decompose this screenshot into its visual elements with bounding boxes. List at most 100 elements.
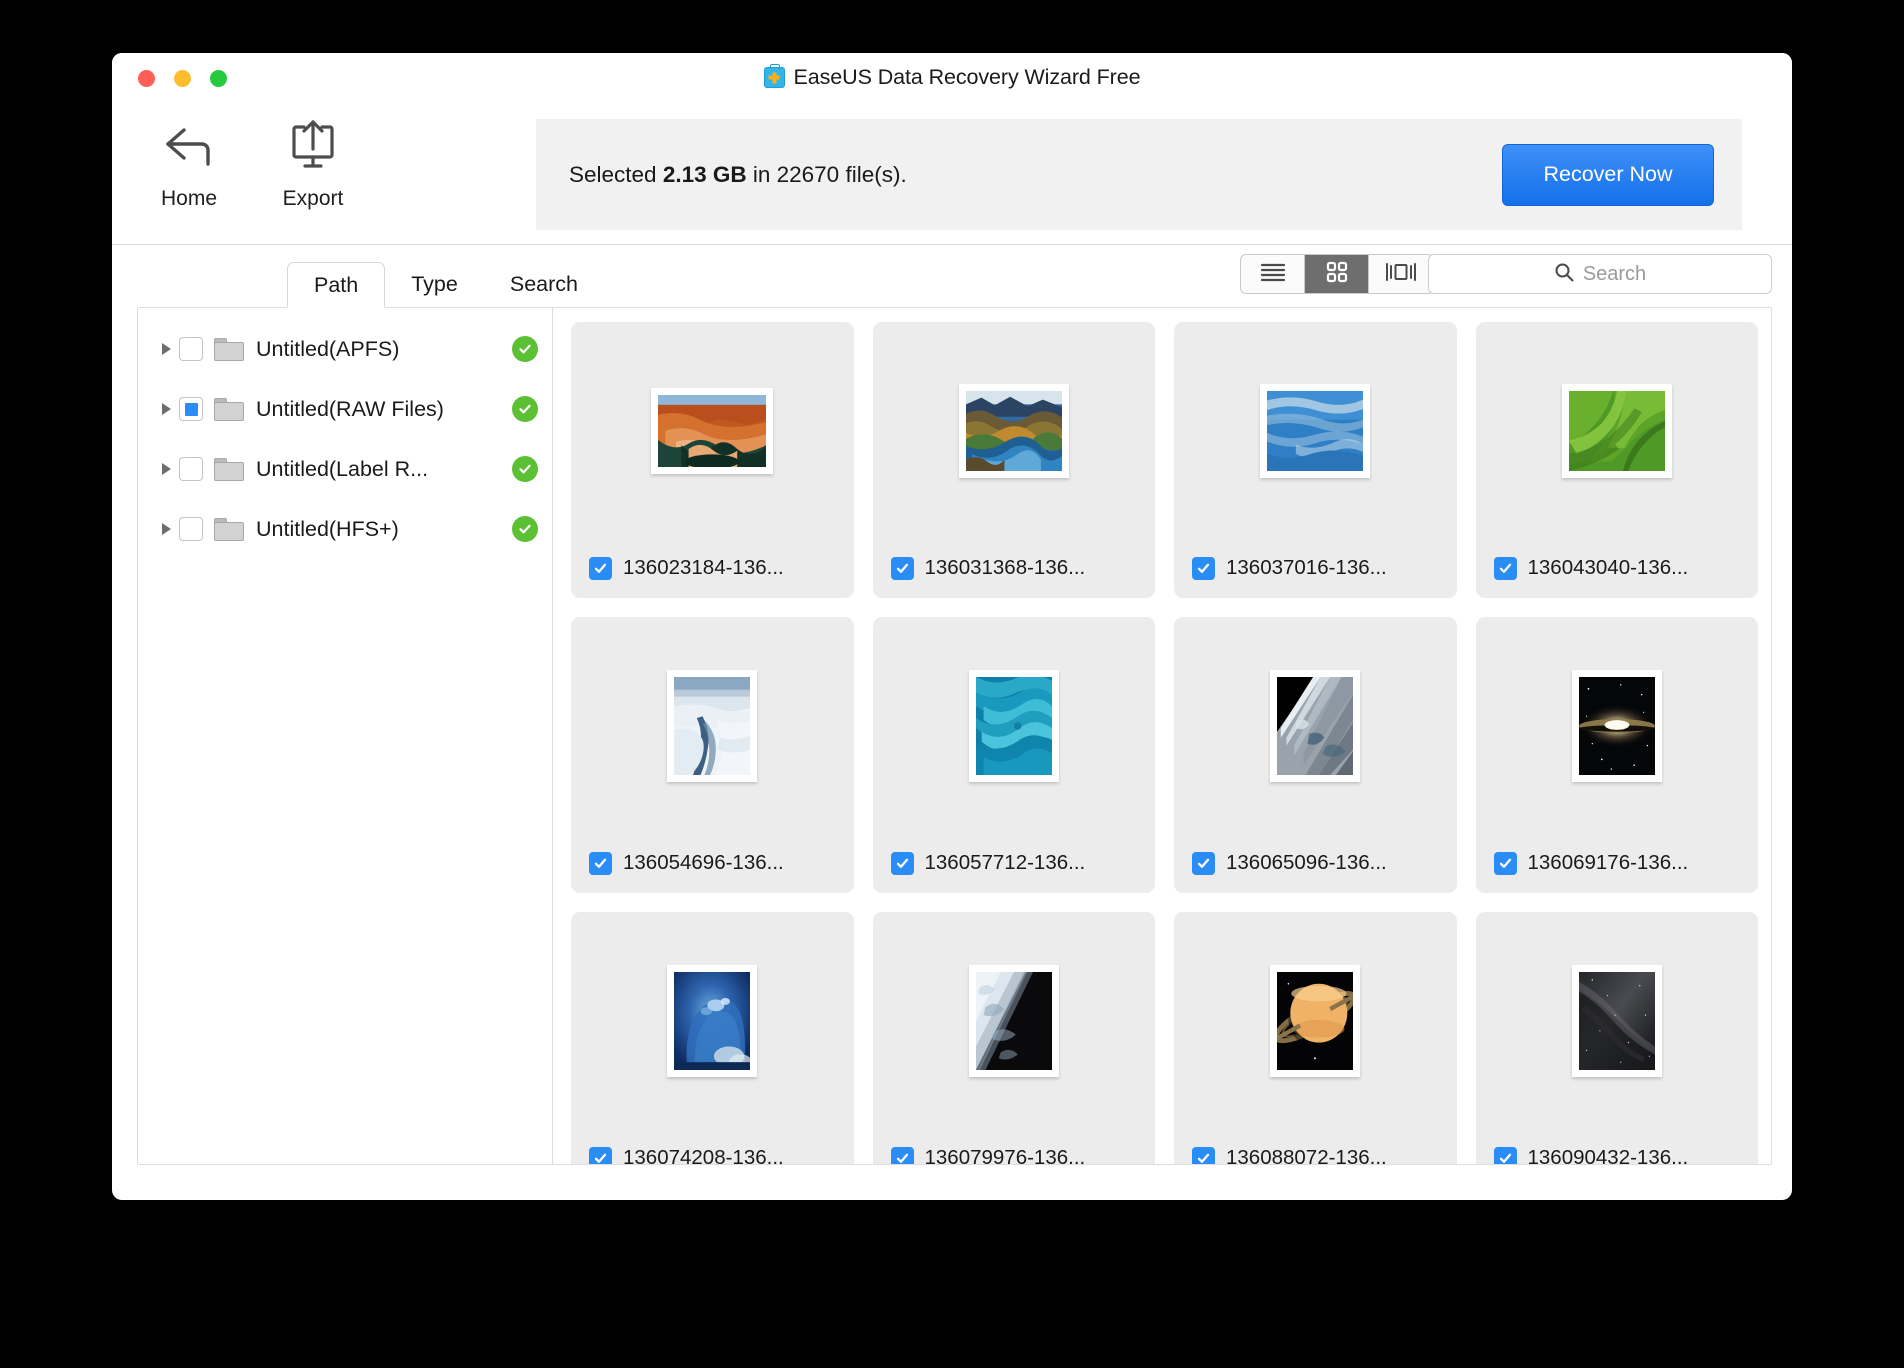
file-checkbox[interactable] (1192, 557, 1215, 580)
coverflow-view-button[interactable] (1369, 255, 1433, 293)
thumbnail-wrap (1174, 617, 1457, 835)
file-cell[interactable]: 136043040-136... (1476, 322, 1759, 598)
thumbnail-wrap (873, 912, 1156, 1130)
file-checkbox[interactable] (891, 1147, 914, 1165)
chevron-right-icon[interactable] (153, 403, 179, 415)
photo-frame (1270, 670, 1360, 782)
chevron-right-icon[interactable] (153, 343, 179, 355)
tree-checkbox[interactable] (179, 397, 203, 421)
file-name: 136069176-136... (1528, 851, 1689, 875)
file-checkbox[interactable] (1192, 1147, 1215, 1165)
toolbar-actions: Home Export (140, 115, 362, 211)
file-cell-footer: 136037016-136... (1192, 556, 1445, 580)
earth-atmosphere-photo (976, 972, 1052, 1070)
turquoise-water-photo (976, 677, 1052, 775)
back-arrow-icon (162, 115, 216, 177)
file-cell[interactable]: 136065096-136... (1174, 617, 1457, 893)
thumbnail-wrap (571, 617, 854, 835)
window-title: EaseUS Data Recovery Wizard Free (794, 65, 1141, 90)
file-checkbox[interactable] (589, 557, 612, 580)
file-checkbox[interactable] (891, 557, 914, 580)
window-title-group: EaseUS Data Recovery Wizard Free (112, 65, 1792, 90)
file-name: 136057712-136... (925, 851, 1086, 875)
photo-frame (1270, 965, 1360, 1077)
file-checkbox[interactable] (589, 852, 612, 875)
folder-icon (214, 518, 244, 541)
file-checkbox[interactable] (1494, 557, 1517, 580)
file-cell[interactable]: 136023184-136... (571, 322, 854, 598)
file-name: 136090432-136... (1528, 1146, 1689, 1164)
sidebar-item-untitled-raw-files[interactable]: Untitled(RAW Files) (138, 379, 552, 439)
selection-summary: Selected 2.13 GB in 22670 file(s). (569, 162, 907, 188)
file-cell-footer: 136054696-136... (589, 851, 842, 875)
chevron-right-icon[interactable] (153, 523, 179, 535)
file-grid-panel: 136023184-136... (553, 308, 1771, 1164)
earth-limb-photo (1277, 677, 1353, 775)
file-cell[interactable]: 136054696-136... (571, 617, 854, 893)
sidebar-item-untitled-label-r[interactable]: Untitled(Label R... (138, 439, 552, 499)
photo-frame (969, 965, 1059, 1077)
thumbnail-wrap (1476, 322, 1759, 540)
export-button[interactable]: Export (264, 115, 362, 211)
file-cell-footer: 136069176-136... (1494, 851, 1747, 875)
tree-checkbox[interactable] (179, 517, 203, 541)
sidebar-item-untitled-apfs[interactable]: Untitled(APFS) (138, 319, 552, 379)
file-cell[interactable]: 136037016-136... (1174, 322, 1457, 598)
file-cell-footer: 136090432-136... (1494, 1146, 1747, 1164)
filter-bar: Path Type Search (112, 245, 1792, 307)
file-checkbox[interactable] (589, 1147, 612, 1165)
toolbar: Home Export Selected 2.13 GB in 22670 fi… (112, 105, 1792, 245)
file-checkbox[interactable] (1494, 852, 1517, 875)
search-placeholder: Search (1583, 263, 1646, 286)
search-icon (1554, 262, 1574, 287)
file-checkbox[interactable] (891, 852, 914, 875)
tree-checkbox[interactable] (179, 457, 203, 481)
grid-view-button[interactable] (1305, 255, 1369, 293)
thumbnail-wrap (873, 322, 1156, 540)
tab-type[interactable]: Type (385, 261, 484, 307)
file-cell[interactable]: 136069176-136... (1476, 617, 1759, 893)
file-checkbox[interactable] (1494, 1147, 1517, 1165)
status-ok-icon (512, 396, 538, 422)
file-name: 136037016-136... (1226, 556, 1387, 580)
tab-path[interactable]: Path (287, 262, 385, 308)
green-terraces-photo (1569, 391, 1665, 471)
file-cell-footer: 136023184-136... (589, 556, 842, 580)
file-cell-footer: 136065096-136... (1192, 851, 1445, 875)
file-cell[interactable]: 136088072-136... (1174, 912, 1457, 1164)
file-checkbox[interactable] (1192, 852, 1215, 875)
file-name: 136088072-136... (1226, 1146, 1387, 1164)
recover-now-button[interactable]: Recover Now (1502, 144, 1714, 206)
file-name: 136023184-136... (623, 556, 784, 580)
snow-crevasse-photo (674, 677, 750, 775)
file-cell-footer: 136057712-136... (891, 851, 1144, 875)
view-mode-toggle (1240, 254, 1434, 294)
file-name: 136043040-136... (1528, 556, 1689, 580)
content-area: Untitled(APFS) Untitled(RAW Files) Untit… (137, 307, 1772, 1165)
file-cell[interactable]: 136031368-136... (873, 322, 1156, 598)
export-button-label: Export (283, 187, 344, 211)
file-cell[interactable]: 136090432-136... (1476, 912, 1759, 1164)
chevron-right-icon[interactable] (153, 463, 179, 475)
list-view-button[interactable] (1241, 255, 1305, 293)
home-button[interactable]: Home (140, 115, 238, 211)
photo-frame (1572, 670, 1662, 782)
search-input[interactable]: Search (1428, 254, 1772, 294)
photo-frame (667, 965, 757, 1077)
tree-checkbox[interactable] (179, 337, 203, 361)
tab-search[interactable]: Search (484, 261, 604, 307)
selection-banner: Selected 2.13 GB in 22670 file(s). Recov… (536, 119, 1742, 230)
selection-prefix: Selected (569, 162, 663, 187)
thumbnail-wrap (1476, 617, 1759, 835)
blue-ocean-photo (1267, 391, 1363, 471)
file-cell[interactable]: 136074208-136... (571, 912, 854, 1164)
photo-frame (1562, 384, 1672, 478)
file-cell[interactable]: 136079976-136... (873, 912, 1156, 1164)
status-ok-icon (512, 516, 538, 542)
sidebar-item-untitled-hfs[interactable]: Untitled(HFS+) (138, 499, 552, 559)
sidebar-item-label: Untitled(HFS+) (256, 517, 512, 542)
photo-frame (667, 670, 757, 782)
blue-clouds-photo (674, 972, 750, 1070)
grid-squares-icon (1326, 261, 1348, 288)
file-cell[interactable]: 136057712-136... (873, 617, 1156, 893)
